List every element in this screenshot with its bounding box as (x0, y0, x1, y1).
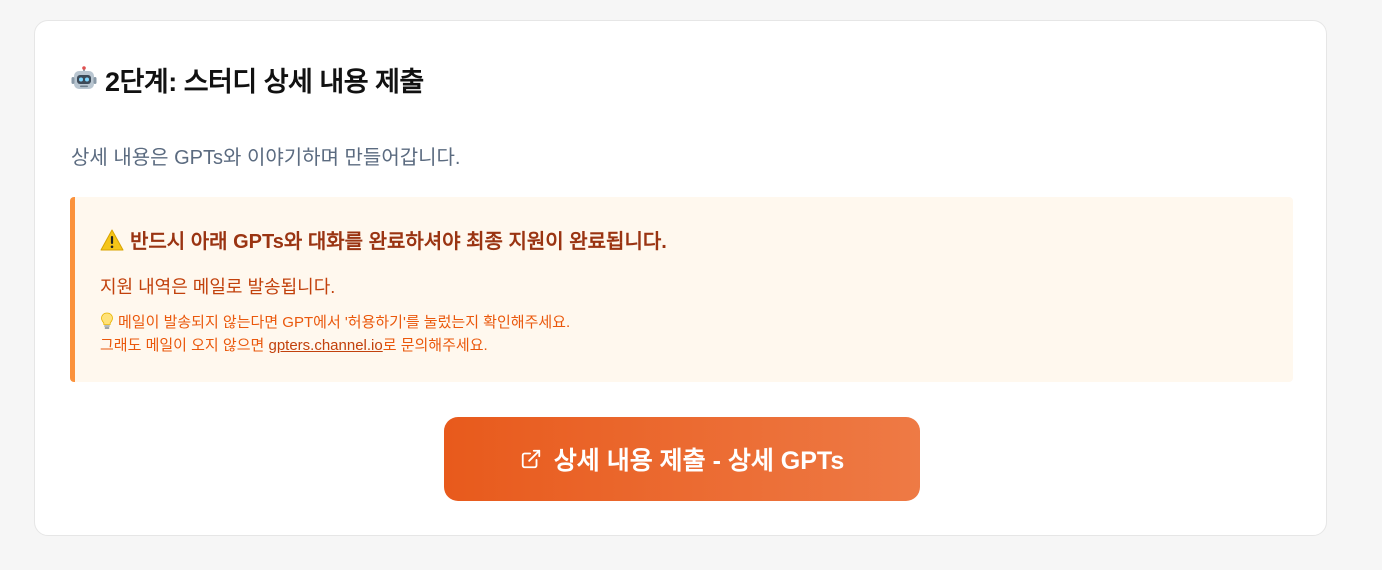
page-subtitle: 상세 내용은 GPTs와 이야기하며 만들어갑니다. (71, 147, 461, 169)
robot-icon (71, 66, 97, 89)
tip-line-2: 그래도 메일이 오지 않으면 gpters.channel.io로 문의해주세요… (100, 334, 570, 357)
tip-text-2-suffix: 로 문의해주세요. (382, 337, 488, 354)
notice-header: 반드시 아래 GPTs와 대화를 완료하셔야 최종 지원이 완료됩니다. (100, 225, 667, 254)
tip-line-1: 메일이 발송되지 않는다면 GPT에서 '허용하기'를 눌렀는지 확인해주세요. (100, 311, 570, 334)
notice-title: 반드시 아래 GPTs와 대화를 완료하셔야 최종 지원이 완료됩니다. (130, 231, 667, 253)
lightbulb-icon (101, 312, 113, 329)
warning-icon (100, 229, 124, 250)
tip-text-1: 메일이 발송되지 않는다면 GPT에서 '허용하기'를 눌렀는지 확인해주세요. (118, 314, 571, 331)
notice-tip: 메일이 발송되지 않는다면 GPT에서 '허용하기'를 눌렀는지 확인해주세요.… (100, 311, 570, 357)
tip-text-2-prefix: 그래도 메일이 오지 않으면 (100, 337, 269, 354)
submit-gpts-button[interactable]: 상세 내용 제출 - 상세 GPTs (444, 417, 920, 501)
submit-button-label: 상세 내용 제출 - 상세 GPTs (553, 447, 845, 475)
title-row: 2단계: 스터디 상세 내용 제출 (71, 61, 424, 97)
external-link-icon (521, 449, 540, 469)
step2-card: 2단계: 스터디 상세 내용 제출 상세 내용은 GPTs와 이야기하며 만들어… (34, 20, 1327, 536)
notice-mail-info: 지원 내역은 메일로 발송됩니다. (100, 277, 336, 297)
support-link[interactable]: gpters.channel.io (268, 337, 382, 354)
warning-notice: 반드시 아래 GPTs와 대화를 완료하셔야 최종 지원이 완료됩니다. 지원 … (70, 197, 1293, 382)
page-title: 2단계: 스터디 상세 내용 제출 (105, 66, 424, 97)
